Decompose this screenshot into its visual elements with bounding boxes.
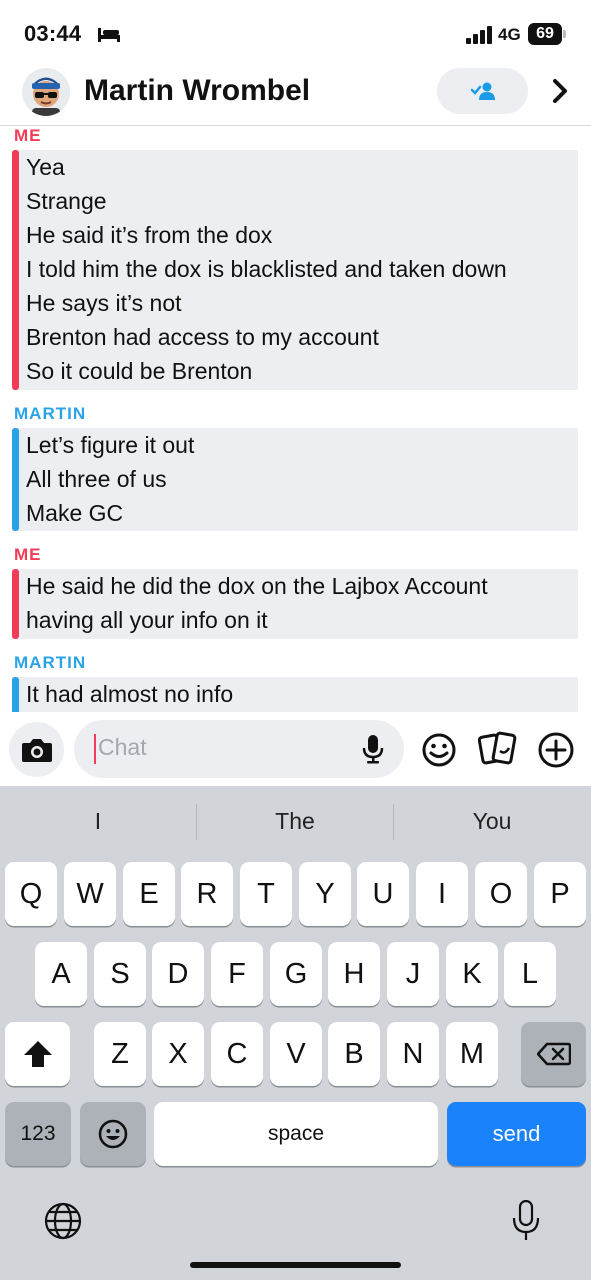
message-text: Make GC xyxy=(26,500,124,526)
globe-icon[interactable] xyxy=(44,1202,82,1240)
key-j[interactable]: J xyxy=(387,942,439,1006)
key-x[interactable]: X xyxy=(152,1022,204,1086)
keyboard: I The You Q W E R T Y U I O P A S D F G … xyxy=(0,786,591,1280)
camera-button[interactable] xyxy=(9,722,64,777)
text-caret xyxy=(94,734,96,764)
key-f[interactable]: F xyxy=(211,942,263,1006)
chat-input-placeholder: Chat xyxy=(98,734,147,760)
space-key[interactable]: space xyxy=(154,1102,438,1166)
key-r[interactable]: R xyxy=(181,862,233,926)
key-i[interactable]: I xyxy=(416,862,468,926)
message-group[interactable]: He said he did the dox on the Lajbox Acc… xyxy=(12,569,578,639)
key-q[interactable]: Q xyxy=(5,862,57,926)
shift-key[interactable] xyxy=(5,1022,70,1086)
microphone-icon[interactable] xyxy=(362,734,384,764)
network-type: 4G xyxy=(498,25,521,44)
status-time: 03:44 xyxy=(24,21,82,46)
suggestion-item[interactable]: The xyxy=(197,808,393,835)
sender-bar xyxy=(12,150,19,390)
chat-header: Martin Wrombel xyxy=(0,62,591,126)
chat-input[interactable]: Chat xyxy=(74,720,404,778)
sender-bar xyxy=(12,569,19,639)
emoji-key[interactable] xyxy=(80,1102,146,1166)
sender-label-me: ME xyxy=(14,126,42,145)
chat-messages[interactable]: ME Yea Strange He said it’s from the dox… xyxy=(0,126,591,712)
key-c[interactable]: C xyxy=(211,1022,263,1086)
sleep-focus-icon xyxy=(98,28,120,42)
key-p[interactable]: P xyxy=(534,862,586,926)
plus-icon[interactable] xyxy=(537,731,575,769)
key-n[interactable]: N xyxy=(387,1022,439,1086)
suggestion-item[interactable]: You xyxy=(394,808,590,835)
keyboard-suggestions: I The You xyxy=(0,786,591,858)
contact-name[interactable]: Martin Wrombel xyxy=(84,74,310,108)
shift-arrow-icon xyxy=(23,1041,52,1067)
key-v[interactable]: V xyxy=(270,1022,322,1086)
key-d[interactable]: D xyxy=(152,942,204,1006)
sender-label-martin: MARTIN xyxy=(14,404,87,423)
sender-label-me: ME xyxy=(14,545,42,564)
message-text: Strange xyxy=(26,188,107,214)
key-e[interactable]: E xyxy=(123,862,175,926)
message-text: having all your info on it xyxy=(26,607,268,633)
key-g[interactable]: G xyxy=(270,942,322,1006)
key-m[interactable]: M xyxy=(446,1022,498,1086)
key-k[interactable]: K xyxy=(446,942,498,1006)
key-y[interactable]: Y xyxy=(299,862,351,926)
key-t[interactable]: T xyxy=(240,862,292,926)
camera-icon xyxy=(21,738,52,762)
emoji-icon xyxy=(98,1119,128,1149)
message-text: So it could be Brenton xyxy=(26,358,253,384)
message-text: Let’s figure it out xyxy=(26,432,195,458)
battery-level: 69 xyxy=(528,23,562,45)
message-text: He said it’s from the dox xyxy=(26,222,273,248)
message-group[interactable]: Let’s figure it out All three of us Make… xyxy=(12,428,578,531)
smiley-icon[interactable] xyxy=(421,732,457,768)
suggestion-item[interactable]: I xyxy=(0,808,196,835)
key-z[interactable]: Z xyxy=(94,1022,146,1086)
sticker-cards-icon[interactable] xyxy=(478,730,518,768)
backspace-key[interactable] xyxy=(521,1022,586,1086)
key-w[interactable]: W xyxy=(64,862,116,926)
key-h[interactable]: H xyxy=(328,942,380,1006)
backspace-icon xyxy=(536,1042,571,1066)
key-a[interactable]: A xyxy=(35,942,87,1006)
key-s[interactable]: S xyxy=(94,942,146,1006)
avatar[interactable] xyxy=(22,68,70,116)
sender-label-martin: MARTIN xyxy=(14,653,87,672)
message-text: It had almost no info xyxy=(26,681,234,707)
message-text: All three of us xyxy=(26,466,167,492)
home-indicator[interactable] xyxy=(190,1262,401,1268)
message-text: I told him the dox is blacklisted and ta… xyxy=(26,256,507,282)
friend-check-icon xyxy=(470,82,495,100)
dictation-microphone-icon[interactable] xyxy=(512,1200,540,1242)
numbers-key[interactable]: 123 xyxy=(5,1102,71,1166)
cellular-signal-icon xyxy=(466,26,492,44)
bitmoji-avatar-icon xyxy=(32,77,60,116)
key-b[interactable]: B xyxy=(328,1022,380,1086)
message-group[interactable]: Yea Strange He said it’s from the dox I … xyxy=(12,150,578,390)
message-group[interactable]: It had almost no info xyxy=(12,677,578,712)
message-text: He said he did the dox on the Lajbox Acc… xyxy=(26,573,488,599)
sender-bar xyxy=(12,428,19,531)
chat-input-bar: Chat xyxy=(0,712,591,786)
battery-icon: 69 xyxy=(528,23,566,45)
key-l[interactable]: L xyxy=(504,942,556,1006)
key-u[interactable]: U xyxy=(357,862,409,926)
status-bar: 03:44 4G 69 xyxy=(0,0,591,62)
message-text: Brenton had access to my account xyxy=(26,324,379,350)
key-o[interactable]: O xyxy=(475,862,527,926)
send-key[interactable]: send xyxy=(447,1102,586,1166)
message-text: He says it’s not xyxy=(26,290,182,316)
sender-bar xyxy=(12,677,19,712)
add-friend-button[interactable] xyxy=(437,68,528,114)
message-text: Yea xyxy=(26,154,65,180)
chevron-right-icon[interactable] xyxy=(546,76,574,106)
